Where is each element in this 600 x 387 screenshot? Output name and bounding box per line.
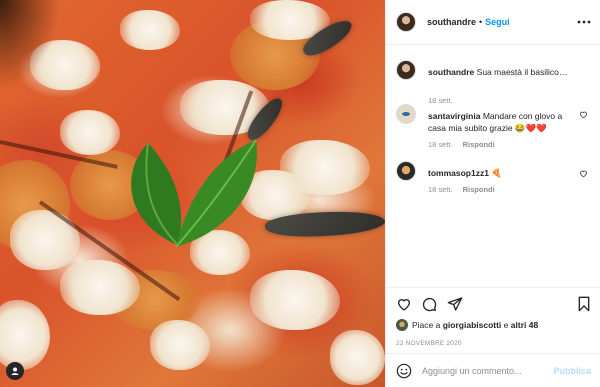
heart-icon[interactable] [579,169,588,178]
heart-icon[interactable] [396,296,412,312]
likes-joiner: e [503,320,509,330]
author-username[interactable]: southandre [427,17,476,27]
user-tag-icon[interactable] [6,362,24,380]
comment-username[interactable]: santavirginia [428,111,480,121]
follow-button[interactable]: Segui [485,17,510,27]
post-header: southandre • Segui [386,0,600,45]
author-avatar[interactable] [396,12,416,32]
post-photo[interactable] [0,0,385,387]
heart-icon[interactable] [579,110,588,119]
comment-input[interactable] [422,365,552,376]
avatar[interactable] [396,161,416,181]
bookmark-icon[interactable] [576,296,592,312]
avatar[interactable] [396,104,416,124]
comment-username[interactable]: southandre [428,67,474,77]
liker-username[interactable]: giorgiabiscotti [443,320,502,330]
reply-button[interactable]: Rispondi [463,185,495,194]
comment-text: Sua maestà il basilico… [476,67,568,77]
basil-leaf [131,139,258,248]
likes-others[interactable]: altri 48 [511,320,538,330]
comment-icon[interactable] [421,296,437,312]
post-date[interactable]: 22 NOVEMBRE 2020 [396,340,462,347]
liker-avatar[interactable] [396,319,408,331]
action-bar [386,287,600,317]
comment-time[interactable]: 18 sett. [428,185,453,194]
emoji-icon[interactable] [396,363,412,379]
add-comment-bar: Pubblica [386,353,600,387]
comment-time[interactable]: 18 sett. [428,140,453,149]
likes-summary: Piace a giorgiabiscotti e altri 48 [396,319,538,331]
separator-dot: • [479,17,483,27]
avatar[interactable] [396,60,416,80]
comment-username[interactable]: tommasop1zz1 [428,168,489,178]
comment-time[interactable]: 18 sett. [428,96,453,105]
reply-button[interactable]: Rispondi [463,140,495,149]
likes-prefix: Piace a [412,320,441,330]
post-panel: southandre • Segui southandre Sua maestà… [385,0,600,387]
more-icon[interactable] [577,15,591,29]
share-icon[interactable] [447,296,463,312]
comment-text: 🍕 [491,168,502,178]
post-comment-button[interactable]: Pubblica [553,366,591,376]
